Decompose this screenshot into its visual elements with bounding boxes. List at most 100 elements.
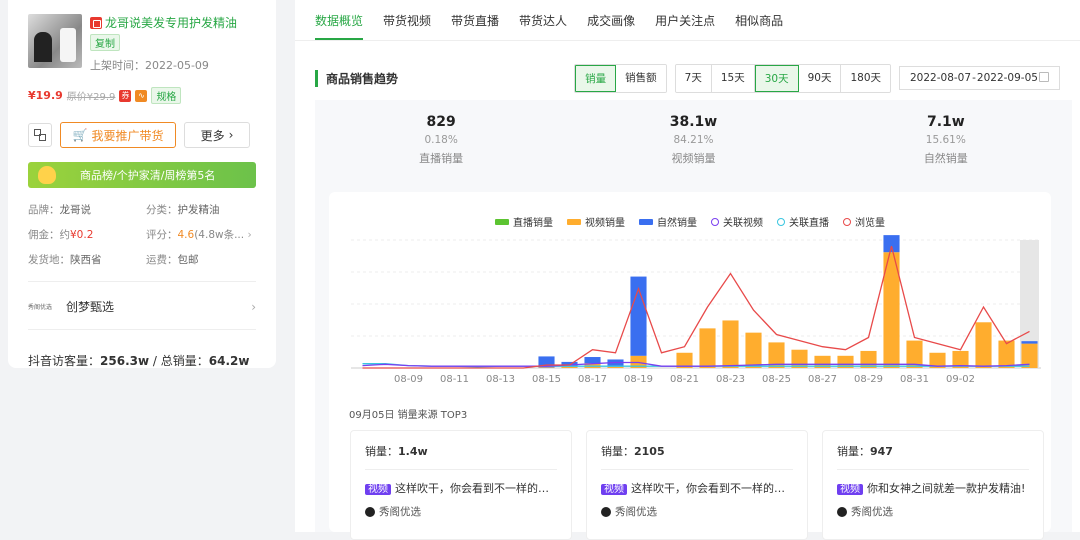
tab-influencers[interactable]: 带货达人 xyxy=(519,12,567,40)
metric-option-revenue[interactable]: 销售额 xyxy=(616,64,666,92)
stat-value: 38.1w xyxy=(669,114,718,130)
legend-swatch xyxy=(495,218,509,225)
shop-logo: 秀阁优选 xyxy=(28,304,53,311)
legend-swatch xyxy=(843,217,851,226)
product-title-text: 龙哥说美发专用护发精油 xyxy=(105,16,238,30)
product-title[interactable]: 龙哥说美发专用护发精油 xyxy=(90,14,256,31)
stat-label: 视频销量 xyxy=(671,152,716,165)
chart-legend: 直播销量 视频销量 自然销量 关联视频 关联直播 浏览量 xyxy=(329,192,1051,229)
metric-option-volume[interactable]: 销量 xyxy=(575,64,617,92)
stat-natural: 7.1w 15.61% 自然销量 xyxy=(820,114,1072,166)
attr-key: 发货地： xyxy=(28,254,70,266)
attr-rating[interactable]: 评分：4.6(4.8w条... › xyxy=(146,227,256,242)
bar-natural xyxy=(584,357,601,364)
card-desc-text: 这样吹干，你会看到不一样的头... xyxy=(395,482,557,495)
bar-video xyxy=(722,320,739,368)
x-tick-label: 08-17 xyxy=(578,374,607,385)
tab-live[interactable]: 带货直播 xyxy=(451,12,499,40)
rank-banner[interactable]: 商品榜/个护家清/周榜第5名 xyxy=(28,162,256,188)
card-sales-value: 1.4w xyxy=(398,445,428,458)
stat-label: 直播销量 xyxy=(419,152,464,165)
x-tick-label: 08-11 xyxy=(440,374,469,385)
bar-video xyxy=(975,322,992,368)
range-30d[interactable]: 30天 xyxy=(754,64,799,92)
chevron-right-icon: › xyxy=(251,299,256,314)
legend-rel-video[interactable]: 关联视频 xyxy=(711,214,763,229)
top3-card[interactable]: 销量：2105 视频 这样吹干，你会看到不一样的头... 秀阁优选 xyxy=(586,430,808,540)
section-title: 商品销售趋势 xyxy=(315,69,574,87)
card-sales-label: 销量： xyxy=(601,445,634,458)
card-desc: 视频 这样吹干，你会看到不一样的头... xyxy=(365,480,557,496)
douyin-icon xyxy=(601,506,611,517)
attr-brand: 品牌：龙哥说 xyxy=(28,202,146,217)
tab-videos[interactable]: 带货视频 xyxy=(383,12,431,40)
trend-icon: ∿ xyxy=(135,89,148,102)
chevron-right-icon: › xyxy=(247,229,252,241)
visits-summary: 抖音访客量：256.3w / 总销量：64.2w xyxy=(28,352,256,369)
coupon-icon: 券 xyxy=(119,89,132,102)
stat-live: 829 0.18% 直播销量 xyxy=(315,114,567,166)
section-header: 商品销售趋势 销量 销售额 7天 15天 30天 90天 180天 2022-0… xyxy=(295,41,1080,93)
legend-views[interactable]: 浏览量 xyxy=(843,214,885,229)
date-start: 2022-08-07 xyxy=(910,72,972,84)
price: ¥19.9 xyxy=(28,89,63,102)
card-desc: 视频 这样吹干，你会看到不一样的头... xyxy=(601,480,793,496)
legend-live[interactable]: 直播销量 xyxy=(495,214,553,229)
range-180d[interactable]: 180天 xyxy=(841,64,890,92)
legend-rel-live[interactable]: 关联直播 xyxy=(777,214,829,229)
cart-icon: 🛒 xyxy=(72,128,88,142)
card-sales-label: 销量： xyxy=(837,445,870,458)
range-7d[interactable]: 7天 xyxy=(675,64,712,92)
date-range-picker[interactable]: 2022-08-07 - 2022-09-05 xyxy=(899,66,1060,90)
listed-date: 上架时间：2022-05-09 xyxy=(90,59,209,72)
x-tick-label: 08-15 xyxy=(532,374,561,385)
legend-label: 浏览量 xyxy=(855,218,885,229)
douyin-icon xyxy=(365,506,375,517)
card-sales-value: 2105 xyxy=(634,445,665,458)
top3-card[interactable]: 销量：1.4w 视频 这样吹干，你会看到不一样的头... 秀阁优选 xyxy=(350,430,572,540)
attr-value: 陕西省 xyxy=(70,254,102,266)
legend-swatch xyxy=(567,218,581,225)
attr-category: 分类：护发精油 xyxy=(146,202,256,217)
x-tick-label: 08-13 xyxy=(486,374,515,385)
video-tag: 视频 xyxy=(365,484,391,495)
product-info: 龙哥说美发专用护发精油 复制 上架时间：2022-05-09 xyxy=(90,14,256,73)
legend-video[interactable]: 视频销量 xyxy=(567,214,625,229)
bar-natural xyxy=(883,235,900,253)
tab-similar[interactable]: 相似商品 xyxy=(735,12,783,40)
promote-button[interactable]: 🛒 我要推广带货 xyxy=(60,122,176,148)
bar-video xyxy=(561,366,578,368)
stat-value: 7.1w xyxy=(926,114,965,130)
shop-row[interactable]: 秀阁优选 创梦甄选 › xyxy=(28,298,256,315)
stats-row: 829 0.18% 直播销量 38.1w 84.21% 视频销量 7.1w 15… xyxy=(315,100,1072,166)
spec-button[interactable]: 规格 xyxy=(151,87,182,104)
legend-swatch xyxy=(711,217,719,226)
trophy-icon xyxy=(38,166,56,184)
range-toggle: 7天 15天 30天 90天 180天 xyxy=(674,63,891,93)
range-15d[interactable]: 15天 xyxy=(711,64,755,92)
sales-label: / 总销量： xyxy=(149,354,209,368)
copy-button[interactable]: 复制 xyxy=(90,34,120,51)
legend-natural[interactable]: 自然销量 xyxy=(639,214,697,229)
qr-code-icon[interactable] xyxy=(28,123,52,147)
top3-card[interactable]: 销量：947 视频 你和女神之间就差一款护发精油! 秀阁优选 xyxy=(822,430,1044,540)
attr-origin: 发货地：陕西省 xyxy=(28,252,146,267)
card-desc-text: 这样吹干，你会看到不一样的头... xyxy=(631,482,793,495)
attr-shipping: 运费：包邮 xyxy=(146,252,256,267)
rank-text: 商品榜/个护家清/周榜第5名 xyxy=(80,169,216,182)
tab-user-focus[interactable]: 用户关注点 xyxy=(655,12,715,40)
top3-cards: 销量：1.4w 视频 这样吹干，你会看到不一样的头... 秀阁优选 销量：2105… xyxy=(350,430,1044,540)
tab-overview[interactable]: 数据概览 xyxy=(315,12,364,40)
legend-swatch xyxy=(639,218,653,225)
card-sales: 销量：2105 xyxy=(601,443,793,470)
date-end: 2022-09-05 xyxy=(976,72,1038,84)
product-thumbnail[interactable] xyxy=(28,14,82,68)
chart-plot[interactable]: 08-09 08-11 08-13 08-15 08-17 08-19 08-21 08-23… xyxy=(329,232,1051,392)
card-source-name: 秀阁优选 xyxy=(379,506,421,518)
more-button[interactable]: 更多 › xyxy=(184,122,250,148)
range-90d[interactable]: 90天 xyxy=(798,64,842,92)
tab-bar: 数据概览 带货视频 带货直播 带货达人 成交画像 用户关注点 相似商品 xyxy=(295,0,1080,41)
tab-buyer-profile[interactable]: 成交画像 xyxy=(587,12,635,40)
stat-percent: 0.18% xyxy=(424,134,458,146)
x-tick-label: 08-21 xyxy=(670,374,699,385)
